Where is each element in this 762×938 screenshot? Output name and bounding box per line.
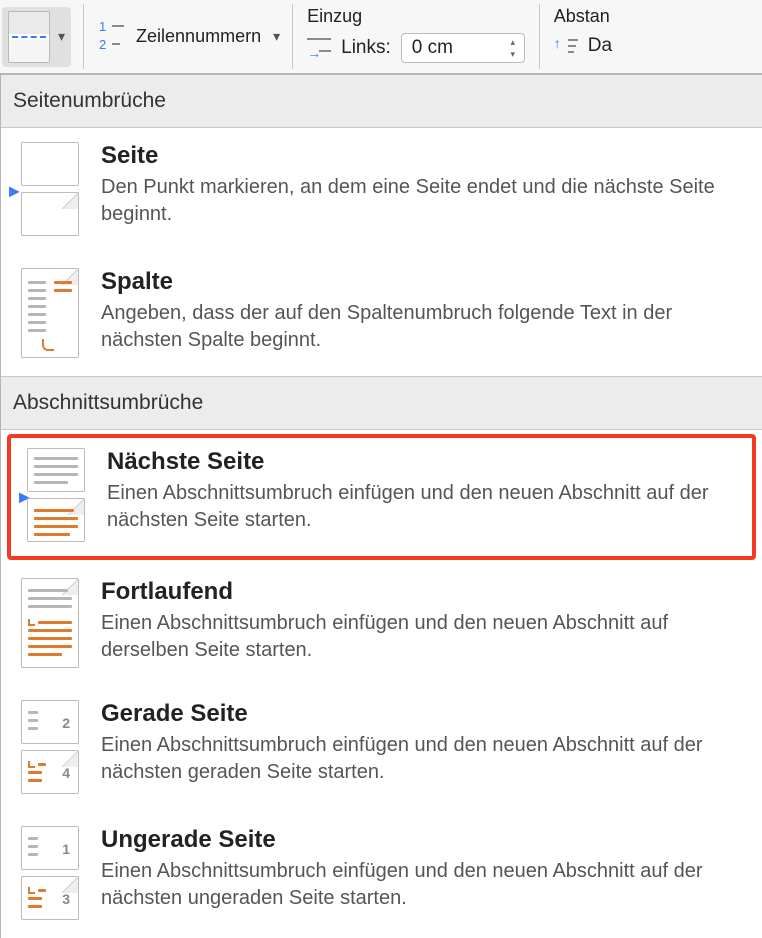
ribbon-toolbar: ▾ 1 2 Zeilennummern ▾ Einzug → Links: [0, 0, 762, 74]
menu-item-desc: Einen Abschnittsumbruch einfügen und den… [107, 480, 742, 534]
spacing-after-label: Da [588, 35, 612, 57]
line-numbers-label: Zeilennummern [136, 26, 261, 47]
indent-group-title: Einzug [307, 6, 362, 27]
column-break-icon [21, 268, 79, 358]
menu-item-desc: Einen Abschnittsumbruch einfügen und den… [101, 610, 748, 664]
menu-item-desc: Den Punkt markieren, an dem eine Seite e… [101, 174, 748, 228]
stepper-up[interactable]: ▴ [506, 36, 520, 48]
line-numbers-dropdown[interactable]: 1 2 Zeilennummern ▾ [96, 15, 280, 59]
menu-item-desc: Einen Abschnittsumbruch einfügen und den… [101, 732, 748, 786]
page-break-icon [8, 11, 50, 63]
menu-item-even-page-section-break[interactable]: 2 4 Gerade Seite Einen Abschnittsumbruch… [1, 686, 762, 812]
menu-item-continuous-section-break[interactable]: Fortlaufend Einen Abschnittsumbruch einf… [1, 564, 762, 686]
menu-item-desc: Angeben, dass der auf den Spaltenumbruch… [101, 300, 748, 354]
menu-item-odd-page-section-break[interactable]: 1 3 Ungerade Seite Einen Abschnittsumbru… [1, 812, 762, 938]
next-page-break-icon-pair [27, 448, 85, 542]
odd-page-break-icon-pair: 1 3 [21, 826, 79, 920]
spacing-before-icon: ↑ [554, 35, 578, 57]
breaks-dropdown-button[interactable]: ▾ [2, 7, 71, 67]
menu-item-title: Ungerade Seite [101, 826, 748, 854]
page-number-bot: 3 [62, 891, 70, 907]
line-numbers-icon: 1 2 [96, 15, 124, 59]
even-page-break-icon-pair: 2 4 [21, 700, 79, 794]
breaks-dropdown-panel: Seitenumbrüche ▶ Seite Den Punkt markier… [0, 74, 762, 938]
menu-item-title: Fortlaufend [101, 578, 748, 606]
section-header-page-breaks: Seitenumbrüche [1, 75, 762, 128]
menu-item-title: Nächste Seite [107, 448, 742, 476]
stepper-down[interactable]: ▾ [506, 48, 520, 60]
page-number-bot: 4 [62, 765, 70, 781]
menu-item-page-break[interactable]: ▶ Seite Den Punkt markieren, an dem eine… [1, 128, 762, 254]
menu-item-title: Gerade Seite [101, 700, 748, 728]
spacing-group-title: Abstan [554, 6, 610, 27]
caret-right-icon: ▶ [9, 183, 20, 200]
page-break-icon-pair [21, 142, 79, 236]
indent-left-label: Links: [341, 37, 391, 59]
indent-left-icon: → [307, 38, 331, 58]
section-header-section-breaks: Abschnittsumbrüche [1, 376, 762, 430]
menu-item-next-page-section-break[interactable]: ▶ Nächste Seite Einen Abschnittsumbruch … [7, 434, 756, 560]
chevron-down-icon: ▾ [58, 28, 65, 45]
menu-item-title: Spalte [101, 268, 748, 296]
indent-left-value: 0 cm [412, 37, 500, 59]
menu-item-title: Seite [101, 142, 748, 170]
page-number-top: 1 [62, 841, 70, 857]
indent-left-input[interactable]: 0 cm ▴ ▾ [401, 33, 525, 63]
menu-item-desc: Einen Abschnittsumbruch einfügen und den… [101, 858, 748, 912]
chevron-down-icon: ▾ [273, 28, 280, 45]
continuous-break-icon [21, 578, 79, 668]
menu-item-column-break[interactable]: Spalte Angeben, dass der auf den Spalten… [1, 254, 762, 376]
page-number-top: 2 [62, 715, 70, 731]
